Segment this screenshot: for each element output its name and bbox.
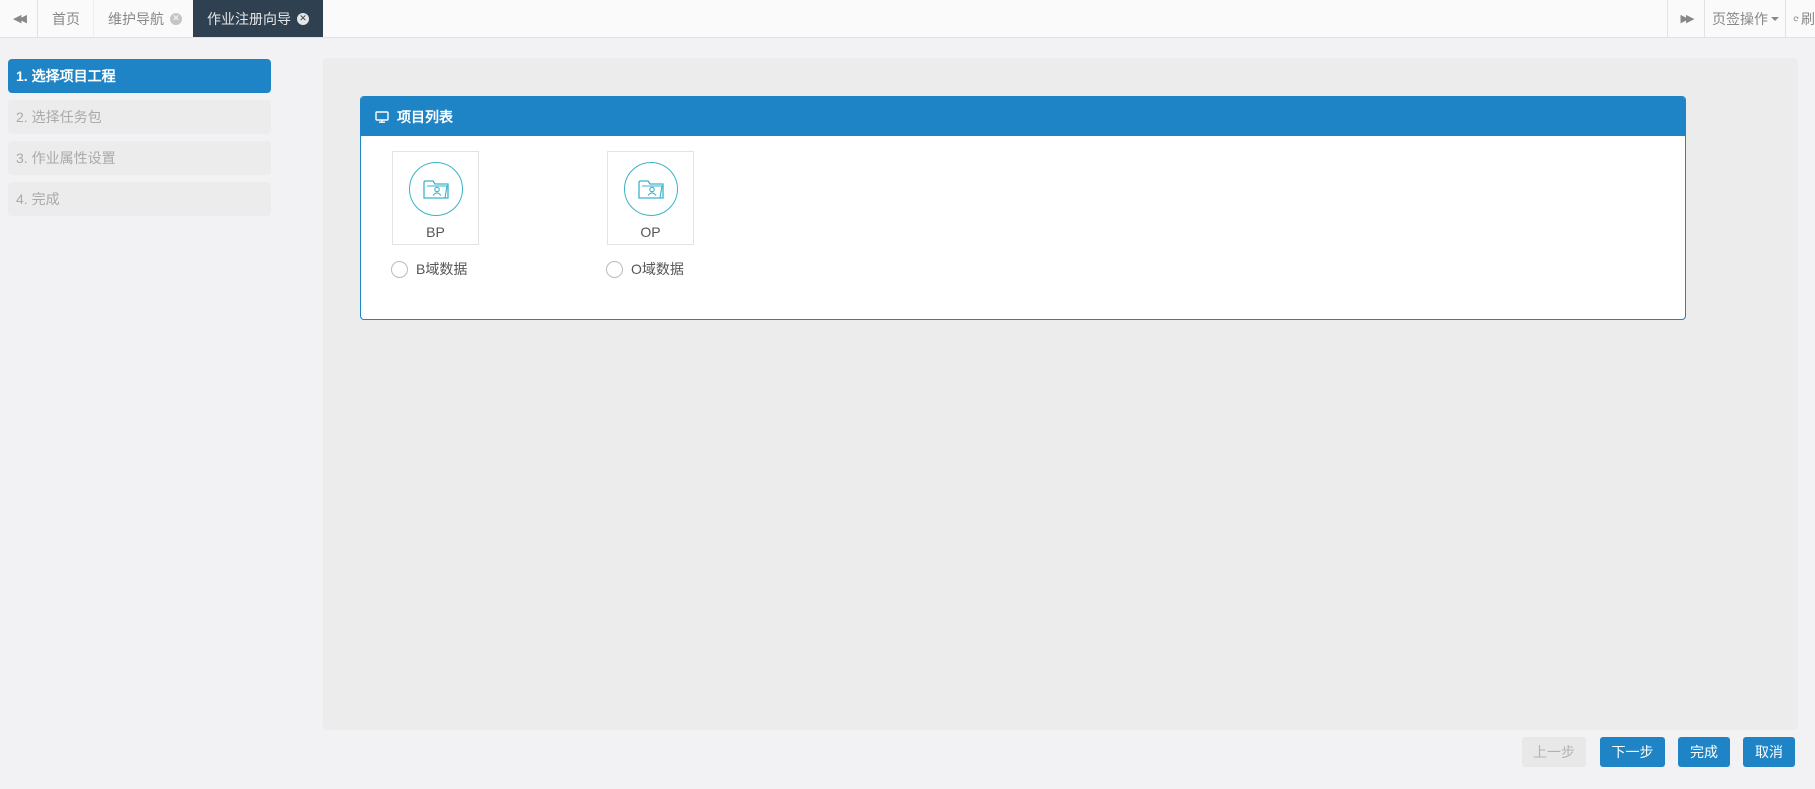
tab-label: 首页: [52, 10, 80, 27]
panel-header: 项目列表: [361, 97, 1685, 136]
double-chevron-right-icon: ▶▶: [1680, 13, 1695, 25]
page-ops-label: 页签操作: [1712, 10, 1768, 27]
project-card-op[interactable]: OP: [607, 151, 694, 245]
prev-step-button[interactable]: 上一步: [1522, 737, 1586, 767]
tab-label: 作业注册向导: [207, 10, 291, 27]
close-circle-icon[interactable]: ✕: [170, 12, 182, 25]
radio-label: B域数据: [416, 261, 468, 277]
folder-user-icon: [623, 162, 678, 216]
step-finish[interactable]: 4. 完成: [8, 182, 271, 216]
step-label: 3. 作业属性设置: [16, 150, 116, 166]
tab-job-register-wizard[interactable]: 作业注册向导 ✕: [193, 0, 323, 37]
radio-o-domain-data[interactable]: O域数据: [606, 259, 684, 279]
project-name: BP: [426, 224, 445, 240]
tab-home[interactable]: 首页: [38, 0, 94, 37]
cancel-button[interactable]: 取消: [1743, 737, 1795, 767]
refresh-button[interactable]: 刷: [1787, 0, 1815, 37]
caret-down-icon: [1771, 16, 1779, 21]
scroll-tabs-left-button[interactable]: ◀◀: [0, 0, 38, 37]
refresh-label: 刷: [1801, 10, 1815, 27]
page-ops-dropdown[interactable]: 页签操作: [1706, 0, 1786, 37]
radio-button[interactable]: [391, 260, 408, 278]
refresh-icon: [1793, 16, 1799, 21]
wizard-steps: 1. 选择项目工程 2. 选择任务包 3. 作业属性设置 4. 完成: [8, 59, 271, 223]
radio-b-domain-data[interactable]: B域数据: [391, 259, 467, 279]
scroll-tabs-right-button[interactable]: ▶▶: [1667, 0, 1705, 37]
monitor-icon: [375, 110, 389, 123]
step-select-project[interactable]: 1. 选择项目工程: [8, 59, 271, 93]
panel-title: 项目列表: [397, 108, 453, 125]
double-chevron-left-icon: ◀◀: [13, 13, 27, 25]
project-name: OP: [640, 224, 661, 240]
radio-label: O域数据: [631, 261, 684, 277]
step-label: 4. 完成: [16, 191, 60, 207]
step-select-task-package[interactable]: 2. 选择任务包: [8, 100, 271, 134]
tab-maintenance-nav[interactable]: 维护导航 ✕: [93, 0, 196, 37]
radio-button[interactable]: [606, 260, 623, 278]
project-list-panel: 项目列表 BP B域数据 OP O域数据: [360, 96, 1686, 320]
folder-user-icon: [408, 162, 463, 216]
step-label: 2. 选择任务包: [16, 109, 102, 125]
step-label: 1. 选择项目工程: [16, 68, 116, 84]
close-circle-icon[interactable]: ✕: [297, 12, 309, 25]
tab-bar: ◀◀ 首页 维护导航 ✕ 作业注册向导 ✕ ▶▶ 页签操作 刷: [0, 0, 1815, 38]
tab-label: 维护导航: [108, 10, 164, 27]
project-card-bp[interactable]: BP: [392, 151, 479, 245]
finish-button[interactable]: 完成: [1678, 737, 1730, 767]
step-job-properties[interactable]: 3. 作业属性设置: [8, 141, 271, 175]
next-step-button[interactable]: 下一步: [1600, 737, 1665, 767]
